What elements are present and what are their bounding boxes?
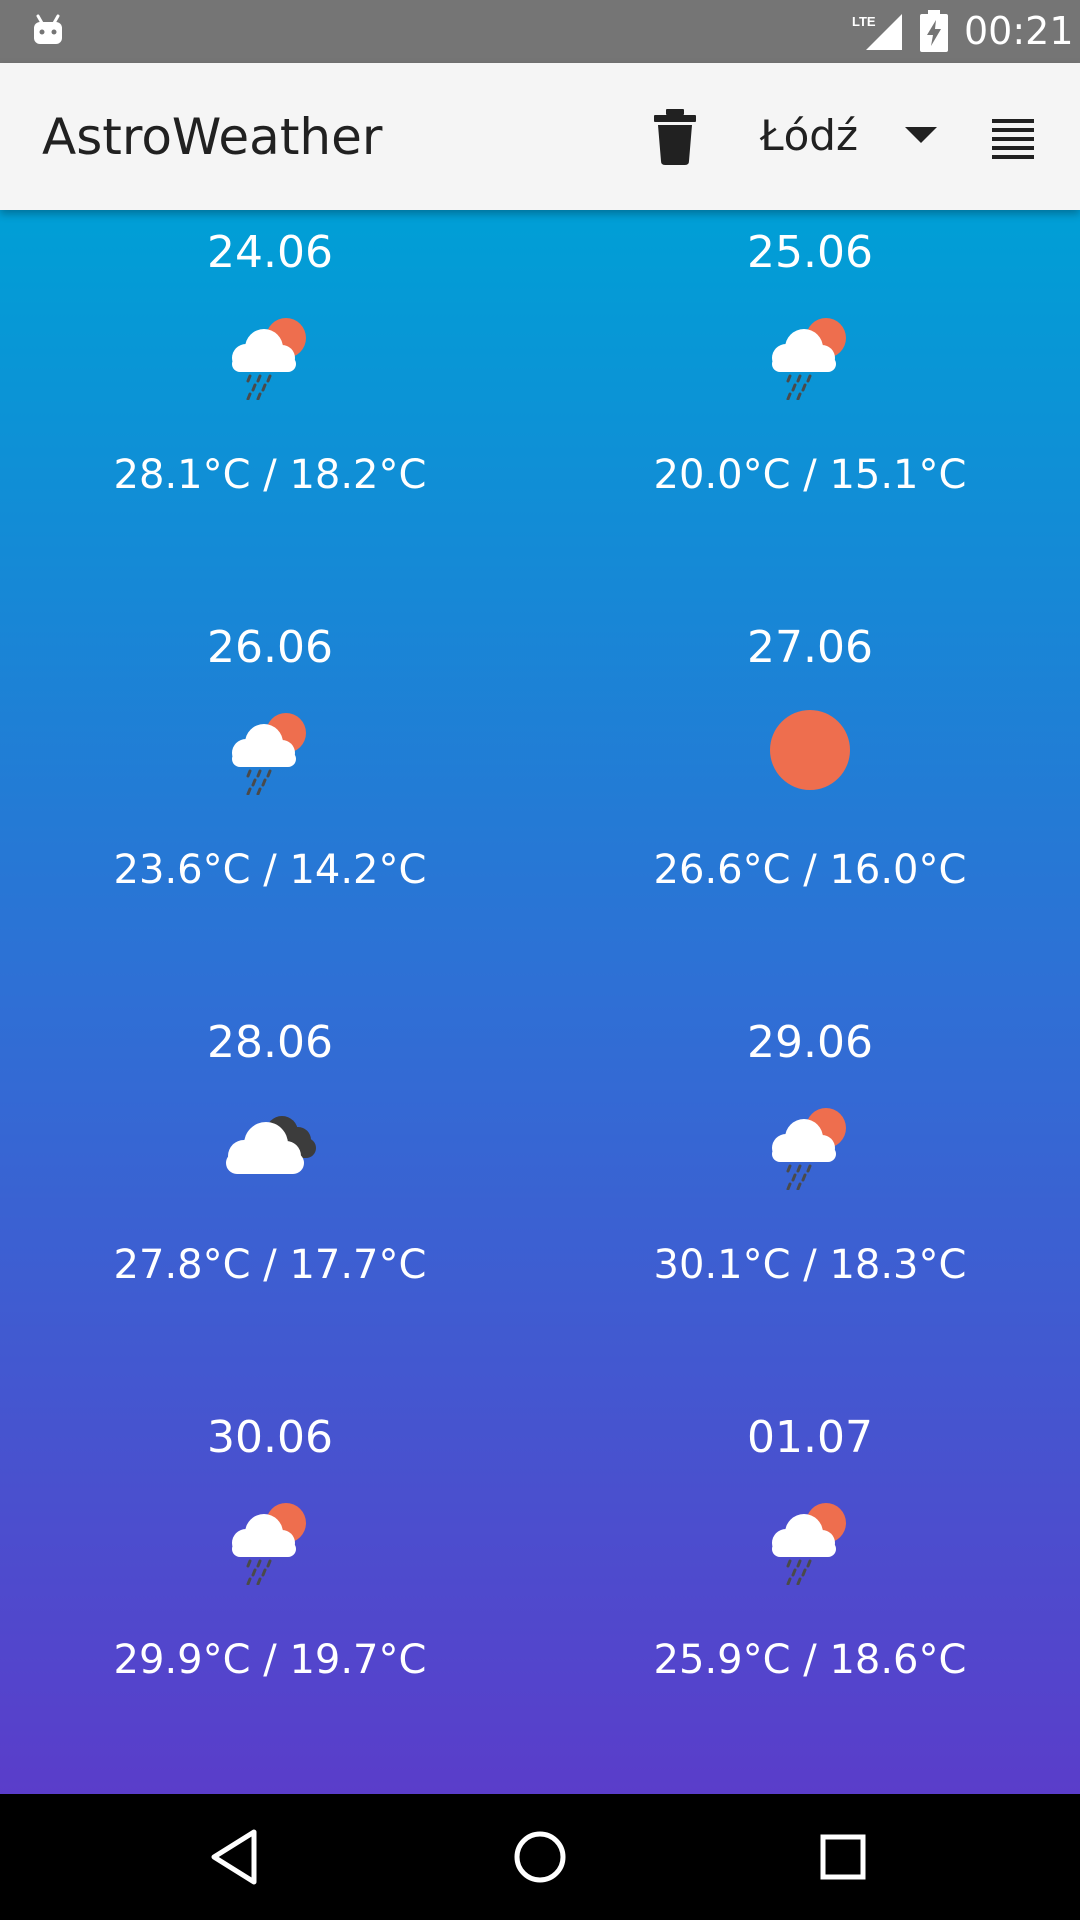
rain-sun-icon xyxy=(760,1495,860,1585)
svg-text:LTE: LTE xyxy=(852,14,876,29)
forecast-temperature: 25.9°C / 18.6°C xyxy=(653,1637,967,1683)
app-bar: AstroWeather Łódź xyxy=(0,63,1080,210)
back-icon[interactable] xyxy=(202,1824,268,1890)
sun-icon xyxy=(760,705,860,795)
city-dropdown[interactable]: Łódź xyxy=(740,101,960,173)
forecast-temperature: 30.1°C / 18.3°C xyxy=(653,1242,967,1288)
forecast-day: 27.06 26.6°C / 16.0°C xyxy=(540,605,1080,1000)
home-icon[interactable] xyxy=(507,1824,573,1890)
status-clock: 00:21 xyxy=(964,9,1074,53)
forecast-day: 29.06 30.1°C / 18.3°C xyxy=(540,1000,1080,1395)
lte-signal-icon: LTE xyxy=(852,14,902,50)
rain-sun-icon xyxy=(220,1495,320,1585)
forecast-day: 25.06 20.0°C / 15.1°C xyxy=(540,210,1080,605)
chevron-down-icon xyxy=(905,127,937,143)
app-title: AstroWeather xyxy=(42,108,383,166)
forecast-day: 28.06 27.8°C / 17.7°C xyxy=(0,1000,540,1395)
forecast-day: 01.07 25.9°C / 18.6°C xyxy=(540,1395,1080,1790)
forecast-temperature: 26.6°C / 16.0°C xyxy=(653,847,967,893)
recents-icon[interactable] xyxy=(810,1824,876,1890)
forecast-date: 29.06 xyxy=(747,1017,873,1068)
city-dropdown-label: Łódź xyxy=(760,111,859,160)
android-notification-icon xyxy=(34,14,62,44)
rain-sun-icon xyxy=(760,1100,860,1190)
forecast-date: 30.06 xyxy=(207,1412,333,1463)
forecast-temperature: 20.0°C / 15.1°C xyxy=(653,452,967,498)
forecast-temperature: 23.6°C / 14.2°C xyxy=(113,847,427,893)
forecast-date: 01.07 xyxy=(747,1412,873,1463)
forecast-date: 28.06 xyxy=(207,1017,333,1068)
cloudy-icon xyxy=(220,1100,320,1190)
rain-sun-icon xyxy=(220,310,320,400)
forecast-date: 25.06 xyxy=(747,227,873,278)
forecast-day: 26.06 23.6°C / 14.2°C xyxy=(0,605,540,1000)
forecast-day: 30.06 29.9°C / 19.7°C xyxy=(0,1395,540,1790)
rain-sun-icon xyxy=(760,310,860,400)
delete-icon[interactable] xyxy=(652,109,698,165)
forecast-day: 24.06 28.1°C / 18.2°C xyxy=(0,210,540,605)
forecast-date: 26.06 xyxy=(207,622,333,673)
forecast-temperature: 29.9°C / 19.7°C xyxy=(113,1637,427,1683)
forecast-grid[interactable]: 24.06 28.1°C / 18.2°C 25.06 20.0°C / 15.… xyxy=(0,210,1080,1794)
list-menu-icon[interactable] xyxy=(990,113,1036,159)
forecast-temperature: 27.8°C / 17.7°C xyxy=(113,1242,427,1288)
battery-charging-icon xyxy=(920,10,948,52)
rain-sun-icon xyxy=(220,705,320,795)
status-bar: LTE 00:21 xyxy=(0,0,1080,63)
system-navigation-bar xyxy=(0,1794,1080,1920)
forecast-date: 27.06 xyxy=(747,622,873,673)
forecast-temperature: 28.1°C / 18.2°C xyxy=(113,452,427,498)
forecast-date: 24.06 xyxy=(207,227,333,278)
